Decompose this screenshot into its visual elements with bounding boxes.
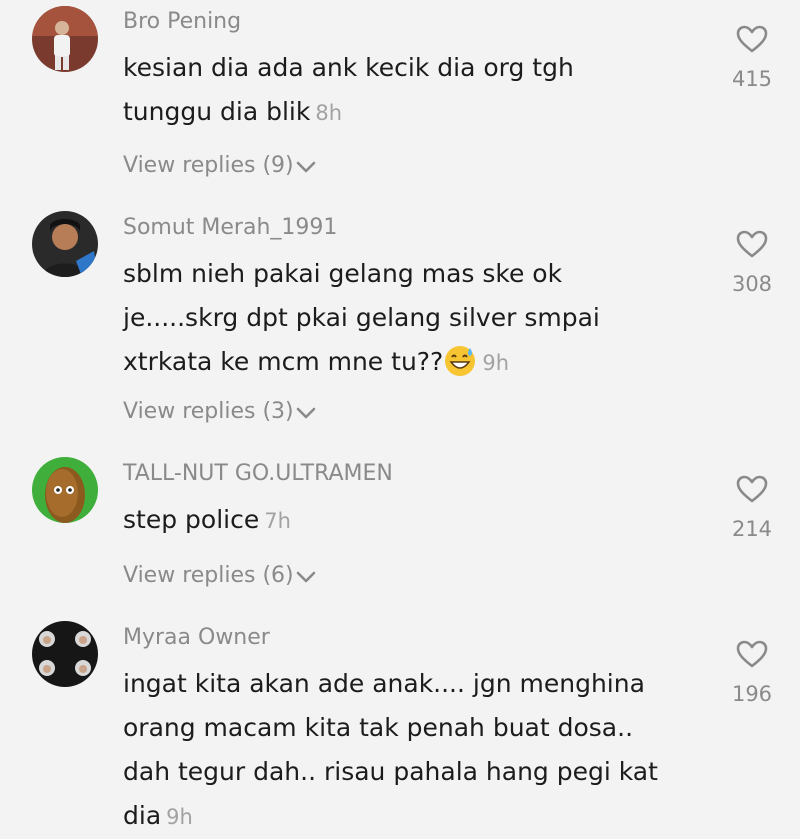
like-count: 214 — [731, 517, 773, 541]
comment-time: 9h — [166, 805, 193, 829]
comment-username[interactable]: Somut Merah_1991 — [123, 214, 337, 242]
comment-username[interactable]: Bro Pening — [123, 8, 241, 36]
like-count: 308 — [731, 272, 773, 296]
like-button[interactable]: 308 — [722, 229, 782, 297]
avatar[interactable] — [32, 211, 98, 277]
like-button[interactable]: 214 — [722, 474, 782, 542]
heart-outline-icon — [736, 25, 768, 53]
comment-line: orang macam kita tak penah buat dosa.. — [123, 713, 634, 742]
comment-line: kesian dia ada ank kecik dia org tgh — [123, 53, 574, 82]
heart-outline-icon — [736, 230, 768, 258]
comment-line: ingat kita akan ade anak.... jgn menghin… — [123, 669, 645, 698]
sweat-smile-emoji-icon — [443, 344, 477, 378]
comment-time: 9h — [482, 351, 509, 375]
like-button[interactable]: 196 — [722, 639, 782, 707]
profile-photo-icon — [32, 6, 98, 72]
comment-username[interactable]: Myraa Owner — [123, 624, 270, 652]
comment-line: dia 9h — [123, 794, 713, 839]
avatar[interactable] — [32, 621, 98, 687]
heart-outline-icon — [736, 640, 768, 668]
comment-text: step police 7h — [123, 498, 713, 543]
chevron-down-icon — [296, 571, 315, 583]
comment-line: step police 7h — [123, 498, 713, 543]
like-button[interactable]: 415 — [722, 24, 782, 92]
profile-photo-icon — [32, 211, 98, 277]
comment-time: 8h — [315, 101, 343, 125]
comment-username[interactable]: TALL-NUT GO.ULTRAMEN — [123, 460, 393, 488]
comment-text: ingat kita akan ade anak.... jgn menghin… — [123, 662, 713, 839]
comment-line: tunggu dia blik 8h — [123, 90, 713, 135]
comment-line: xtrkata ke mcm mne tu?? 9h — [123, 340, 713, 385]
comment-line-text: xtrkata ke mcm mne tu?? — [123, 347, 444, 376]
view-replies-label: View replies (9) — [123, 153, 294, 178]
comment-line: je.....skrg dpt pkai gelang silver smpai — [123, 303, 600, 332]
avatar[interactable] — [32, 457, 98, 523]
like-count: 415 — [731, 67, 773, 91]
view-replies-button[interactable]: View replies (6) — [123, 562, 316, 590]
comment-time: 7h — [264, 509, 291, 533]
comment-line: sblm nieh pakai gelang mas ske ok — [123, 259, 563, 288]
view-replies-label: View replies (3) — [123, 399, 294, 424]
view-replies-button[interactable]: View replies (3) — [123, 398, 316, 426]
view-replies-button[interactable]: View replies (9) — [123, 152, 316, 180]
like-count: 196 — [731, 682, 773, 706]
comment-line-text: dia — [123, 801, 162, 830]
comment-text: sblm nieh pakai gelang mas ske ok je....… — [123, 252, 713, 385]
view-replies-label: View replies (6) — [123, 563, 294, 588]
comment-text: kesian dia ada ank kecik dia org tgh tun… — [123, 46, 713, 135]
chevron-down-icon — [296, 407, 315, 419]
avatar[interactable] — [32, 6, 98, 72]
tall-nut-avatar-icon — [32, 457, 98, 523]
chevron-down-icon — [296, 161, 315, 173]
comment-line: dah tegur dah.. risau pahala hang pegi k… — [123, 757, 658, 786]
profile-photo-collage-icon — [32, 621, 98, 687]
heart-outline-icon — [736, 475, 768, 503]
comment-line-text: tunggu dia blik — [123, 97, 311, 126]
comment-line-text: step police — [123, 505, 260, 534]
